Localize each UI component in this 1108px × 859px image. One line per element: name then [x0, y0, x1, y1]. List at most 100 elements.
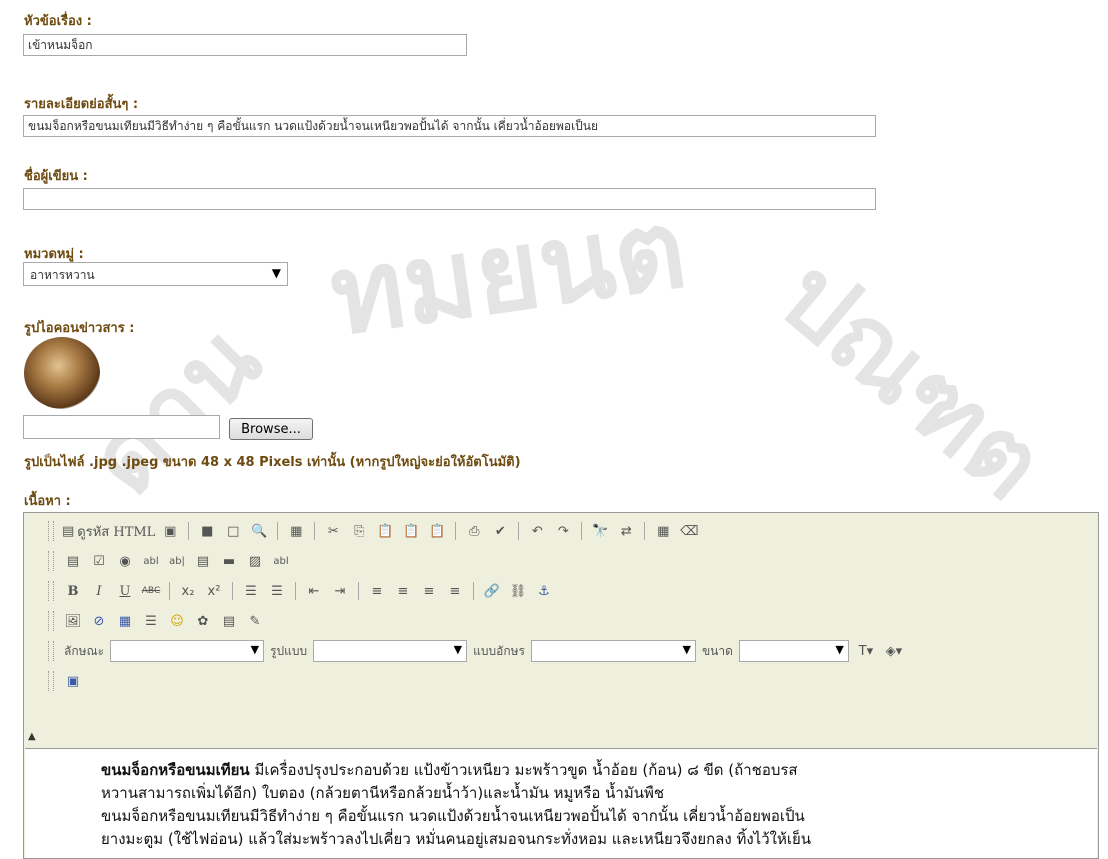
author-input[interactable]: [23, 188, 876, 210]
strikethrough-icon[interactable]: ABC: [140, 580, 162, 602]
toolbar-grip: [48, 581, 54, 601]
chevron-down-icon: ▼: [835, 643, 844, 656]
preview-icon[interactable]: 🔍: [248, 520, 270, 542]
toolbar-grip: [48, 521, 54, 541]
category-select[interactable]: อาหารหวาน ▼: [23, 262, 288, 286]
textarea-icon[interactable]: ab|: [166, 550, 188, 572]
source-icon[interactable]: ▤ ดูรหัส HTML: [62, 520, 155, 542]
justify-icon[interactable]: ≡: [444, 580, 466, 602]
icon-note: รูปเป็นไฟล์ .jpg .jpeg ขนาด 48 x 48 Pixe…: [24, 455, 521, 470]
universal-key-icon[interactable]: ✎: [244, 610, 266, 632]
style-select[interactable]: ▼: [110, 640, 265, 662]
unlink-icon[interactable]: ⛓: [507, 580, 529, 602]
format-select[interactable]: ▼: [313, 640, 468, 662]
toolbar-grip: [48, 641, 54, 661]
ordered-list-icon[interactable]: ☰: [240, 580, 262, 602]
news-icon-thumbnail: [24, 337, 100, 409]
toolbar-grip: [48, 611, 54, 631]
source-label: ดูรหัส HTML: [77, 524, 156, 540]
rich-text-editor: ▤ ดูรหัส HTML ▣ ■ □ 🔍 ▦ ✂ ⎘ 📋 📋 📋 ⎙ ✔ ↶ …: [23, 512, 1099, 859]
toolbar-row-5: ลักษณะ ▼ รูปแบบ ▼ แบบอักษร ▼ ขนาด ▼ T▾ ◈…: [48, 637, 1098, 665]
content-line: ยางมะตูม (ใช้ไฟอ่อน) แล้วใส่มะพร้าวลงไปเ…: [101, 830, 812, 848]
cut-icon[interactable]: ✂: [322, 520, 344, 542]
flash-icon[interactable]: ⊘: [88, 610, 110, 632]
subscript-icon[interactable]: x₂: [177, 580, 199, 602]
icon-label: รูปไอคอนข่าวสาร :: [24, 321, 135, 336]
image-icon[interactable]: 🖼: [62, 610, 84, 632]
redo-icon[interactable]: ↷: [552, 520, 574, 542]
outdent-icon[interactable]: ⇤: [303, 580, 325, 602]
save-icon[interactable]: ▣: [159, 520, 181, 542]
horizontal-rule-icon[interactable]: ☰: [140, 610, 162, 632]
content-bold-title: ขนมจ็อกหรือขนมเทียน: [101, 761, 250, 779]
summary-input[interactable]: [23, 115, 876, 137]
copy-icon[interactable]: ⎘: [348, 520, 370, 542]
watermark-text: ปณฑต: [757, 236, 1067, 523]
page-break-icon[interactable]: ▤: [218, 610, 240, 632]
toolbar-row-3: B I U ABC x₂ x² ☰ ☰ ⇤ ⇥ ≡ ≡ ≡ ≡ 🔗 ⛓ ⚓: [48, 577, 1098, 605]
button-field-icon[interactable]: ▬: [218, 550, 240, 572]
form-icon[interactable]: ▤: [62, 550, 84, 572]
bg-color-icon[interactable]: ◈▾: [883, 640, 905, 662]
author-label: ชื่อผู้เขียน :: [24, 169, 88, 184]
paste-word-icon[interactable]: 📋: [426, 520, 448, 542]
browse-button[interactable]: Browse...: [229, 418, 313, 440]
content-line: หวานสามารถเพิ่มได้อีก) ใบตอง (กล้วยตานีห…: [101, 784, 665, 802]
spellcheck-icon[interactable]: ✔: [489, 520, 511, 542]
paste-icon[interactable]: 📋: [374, 520, 396, 542]
undo-icon[interactable]: ↶: [526, 520, 548, 542]
print-icon[interactable]: ⎙: [463, 520, 485, 542]
smiley-icon[interactable]: ☺: [166, 610, 188, 632]
textfield-icon[interactable]: abl: [140, 550, 162, 572]
templates-icon[interactable]: ▦: [285, 520, 307, 542]
radio-icon[interactable]: ◉: [114, 550, 136, 572]
link-icon[interactable]: 🔗: [481, 580, 503, 602]
size-select[interactable]: ▼: [738, 640, 849, 662]
editor-content-area[interactable]: ขนมจ็อกหรือขนมเทียน มีเครื่องปรุงประกอบด…: [25, 748, 1097, 858]
chevron-down-icon: ▼: [682, 643, 691, 656]
unordered-list-icon[interactable]: ☰: [266, 580, 288, 602]
bold-icon[interactable]: B: [62, 580, 84, 602]
new-page-icon[interactable]: □: [222, 520, 244, 542]
file-path-input[interactable]: [23, 415, 220, 439]
find-icon[interactable]: 🔭: [589, 520, 611, 542]
floppy-icon[interactable]: ■: [196, 520, 218, 542]
table-icon[interactable]: ▦: [114, 610, 136, 632]
hidden-field-icon[interactable]: abl: [270, 550, 292, 572]
size-label: ขนาด: [701, 643, 733, 658]
font-select[interactable]: ▼: [530, 640, 696, 662]
text-color-icon[interactable]: T▾: [855, 640, 877, 662]
align-left-icon[interactable]: ≡: [366, 580, 388, 602]
replace-icon[interactable]: ⇄: [615, 520, 637, 542]
title-label: หัวข้อเรื่อง :: [24, 14, 92, 29]
select-field-icon[interactable]: ▤: [192, 550, 214, 572]
align-right-icon[interactable]: ≡: [418, 580, 440, 602]
remove-format-icon[interactable]: ⌫: [678, 520, 700, 542]
show-blocks-icon[interactable]: ▣: [62, 670, 84, 692]
paste-text-icon[interactable]: 📋: [400, 520, 422, 542]
content-paragraph-1: ขนมจ็อกหรือขนมเทียน มีเครื่องปรุงประกอบด…: [101, 759, 1083, 782]
special-char-icon[interactable]: ✿: [192, 610, 214, 632]
toolbar-grip: [48, 551, 54, 571]
toolbar-grip: [48, 671, 54, 691]
title-input[interactable]: [23, 34, 467, 56]
checkbox-icon[interactable]: ☑: [88, 550, 110, 572]
align-center-icon[interactable]: ≡: [392, 580, 414, 602]
chevron-down-icon: ▼: [250, 643, 260, 656]
toolbar-row-2: ▤ ☑ ◉ abl ab| ▤ ▬ ▨ abl: [48, 547, 1098, 575]
toolbar-row-4: 🖼 ⊘ ▦ ☰ ☺ ✿ ▤ ✎: [48, 607, 1098, 635]
select-all-icon[interactable]: ▦: [652, 520, 674, 542]
indent-icon[interactable]: ⇥: [329, 580, 351, 602]
category-selected-value: อาหารหวาน: [30, 268, 95, 282]
format-label: รูปแบบ: [270, 643, 308, 658]
toolbar-row-1: ▤ ดูรหัส HTML ▣ ■ □ 🔍 ▦ ✂ ⎘ 📋 📋 📋 ⎙ ✔ ↶ …: [48, 517, 1098, 545]
collapse-toolbar-icon[interactable]: ▲: [28, 731, 36, 742]
category-label: หมวดหมู่ :: [24, 247, 84, 262]
image-button-icon[interactable]: ▨: [244, 550, 266, 572]
anchor-icon[interactable]: ⚓: [533, 580, 555, 602]
toolbar-row-6: ▣: [48, 667, 1098, 695]
style-label: ลักษณะ: [64, 643, 105, 658]
italic-icon[interactable]: I: [88, 580, 110, 602]
underline-icon[interactable]: U: [114, 580, 136, 602]
superscript-icon[interactable]: x²: [203, 580, 225, 602]
